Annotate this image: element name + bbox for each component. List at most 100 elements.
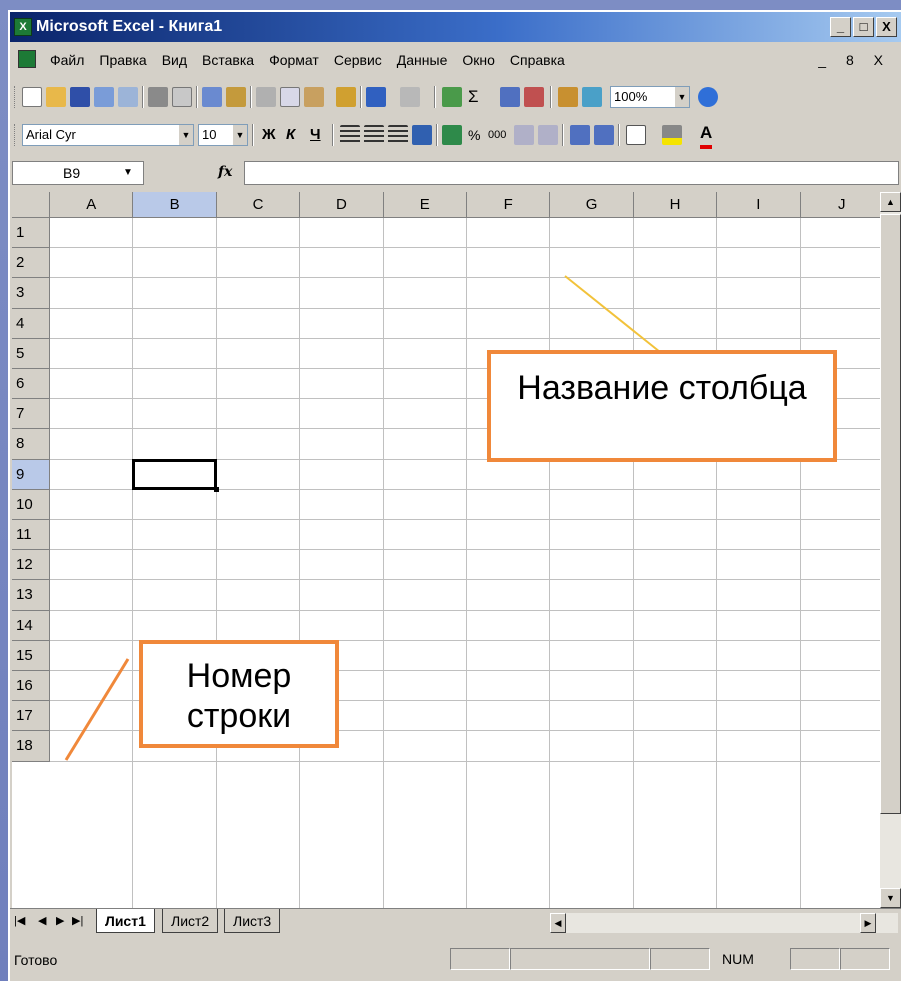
spelling-icon[interactable] [202, 87, 222, 107]
redo-icon[interactable] [400, 87, 420, 107]
column-header-f[interactable]: F [467, 192, 551, 218]
select-all-corner[interactable] [12, 192, 50, 218]
close-button[interactable]: X [876, 17, 897, 37]
worksheet-grid[interactable]: A B C D E F G H I J 1 2 3 4 5 6 7 8 9 10 11 12 13 14 15 16 17 18 [12, 192, 880, 908]
toolbar-grip[interactable] [14, 86, 18, 108]
help-icon[interactable] [698, 87, 718, 107]
fill-color-icon[interactable] [662, 125, 682, 145]
font-size-select[interactable]: 10 ▼ [198, 124, 248, 146]
row-header-16[interactable]: 16 [12, 671, 50, 702]
menu-format[interactable]: Формат [269, 44, 319, 76]
column-header-b[interactable]: B [133, 192, 217, 218]
hyperlink-icon[interactable] [442, 87, 462, 107]
menu-data[interactable]: Данные [397, 44, 448, 76]
format-painter-icon[interactable] [336, 87, 356, 107]
menu-file[interactable]: Файл [50, 44, 84, 76]
thousands-button[interactable]: 000 [488, 125, 506, 145]
undo-icon[interactable] [366, 87, 386, 107]
menu-edit[interactable]: Правка [99, 44, 146, 76]
merge-center-icon[interactable] [412, 125, 432, 145]
maximize-button[interactable]: □ [853, 17, 874, 37]
drawing-icon[interactable] [582, 87, 602, 107]
font-color-icon[interactable]: A [700, 124, 713, 149]
permission-icon[interactable] [94, 87, 114, 107]
menu-tools[interactable]: Сервис [334, 44, 382, 76]
excel-app-icon[interactable]: X [14, 18, 32, 36]
save-icon[interactable] [70, 87, 90, 107]
align-left-icon[interactable] [340, 125, 360, 145]
previous-sheet-icon[interactable]: ◀ [38, 914, 46, 927]
menu-view[interactable]: Вид [162, 44, 187, 76]
row-header-6[interactable]: 6 [12, 369, 50, 400]
row-header-17[interactable]: 17 [12, 701, 50, 732]
workbook-window-controls[interactable]: _ 8 X [818, 44, 891, 76]
sheet-tab-1[interactable]: Лист1 [96, 909, 155, 933]
row-header-15[interactable]: 15 [12, 640, 50, 671]
active-cell[interactable] [132, 458, 219, 492]
open-icon[interactable] [46, 87, 66, 107]
insert-function-icon[interactable]: fx [218, 164, 232, 180]
row-header-11[interactable]: 11 [12, 520, 50, 551]
chevron-down-icon[interactable]: ▼ [179, 125, 193, 145]
last-sheet-icon[interactable]: ▶| [72, 914, 83, 927]
decrease-indent-icon[interactable] [570, 125, 590, 145]
column-header-c[interactable]: C [216, 192, 301, 218]
scroll-down-icon[interactable]: ▼ [880, 888, 901, 908]
row-header-7[interactable]: 7 [12, 399, 50, 430]
autosum-icon[interactable]: Σ [468, 87, 479, 107]
print-icon[interactable] [148, 87, 168, 107]
chart-wizard-icon[interactable] [558, 87, 578, 107]
increase-indent-icon[interactable] [594, 125, 614, 145]
chevron-down-icon[interactable]: ▼ [233, 125, 247, 145]
workbook-icon[interactable] [18, 50, 36, 68]
menu-window[interactable]: Окно [462, 44, 495, 76]
borders-icon[interactable] [626, 125, 646, 145]
row-header-12[interactable]: 12 [12, 550, 50, 581]
row-header-8[interactable]: 8 [12, 429, 50, 460]
row-header-3[interactable]: 3 [12, 278, 50, 309]
row-header-5[interactable]: 5 [12, 338, 50, 369]
scroll-right-icon[interactable]: ▶ [860, 913, 876, 933]
scroll-left-icon[interactable]: ◀ [550, 913, 566, 933]
row-header-1[interactable]: 1 [12, 218, 50, 249]
fill-handle[interactable] [213, 486, 219, 492]
italic-button[interactable]: К [286, 125, 295, 145]
row-header-9[interactable]: 9 [12, 459, 50, 490]
new-icon[interactable] [22, 87, 42, 107]
menu-help[interactable]: Справка [510, 44, 565, 76]
bold-button[interactable]: Ж [262, 125, 276, 145]
column-header-g[interactable]: G [550, 192, 634, 218]
chevron-down-icon[interactable]: ▼ [123, 162, 133, 184]
row-header-13[interactable]: 13 [12, 580, 50, 611]
sheet-tab-2[interactable]: Лист2 [162, 909, 219, 933]
row-header-14[interactable]: 14 [12, 610, 50, 641]
column-header-e[interactable]: E [383, 192, 467, 218]
column-header-j[interactable]: J [800, 192, 880, 218]
row-header-4[interactable]: 4 [12, 308, 50, 339]
vertical-scrollbar[interactable]: ▲ ▼ [880, 192, 901, 908]
name-box[interactable]: B9 ▼ [12, 161, 144, 185]
column-header-a[interactable]: A [50, 192, 134, 218]
menu-insert[interactable]: Вставка [202, 44, 254, 76]
sort-ascending-icon[interactable] [500, 87, 520, 107]
font-select[interactable]: Arial Cyr ▼ [22, 124, 194, 146]
sort-descending-icon[interactable] [524, 87, 544, 107]
minimize-button[interactable]: _ [830, 17, 851, 37]
cut-icon[interactable] [256, 87, 276, 107]
email-icon[interactable] [118, 87, 138, 107]
zoom-select[interactable]: 100% ▼ [610, 86, 690, 108]
formula-input[interactable] [244, 161, 899, 185]
scroll-up-icon[interactable]: ▲ [880, 192, 901, 212]
chevron-down-icon[interactable]: ▼ [675, 87, 689, 107]
percent-button[interactable]: % [468, 125, 480, 145]
first-sheet-icon[interactable]: |◀ [14, 914, 25, 927]
paste-icon[interactable] [304, 87, 324, 107]
row-header-18[interactable]: 18 [12, 731, 50, 762]
research-icon[interactable] [226, 87, 246, 107]
column-header-d[interactable]: D [300, 192, 384, 218]
toolbar-grip[interactable] [14, 124, 18, 146]
decrease-decimal-icon[interactable] [538, 125, 558, 145]
row-header-10[interactable]: 10 [12, 489, 50, 520]
sheet-tab-3[interactable]: Лист3 [224, 909, 281, 933]
currency-icon[interactable] [442, 125, 462, 145]
